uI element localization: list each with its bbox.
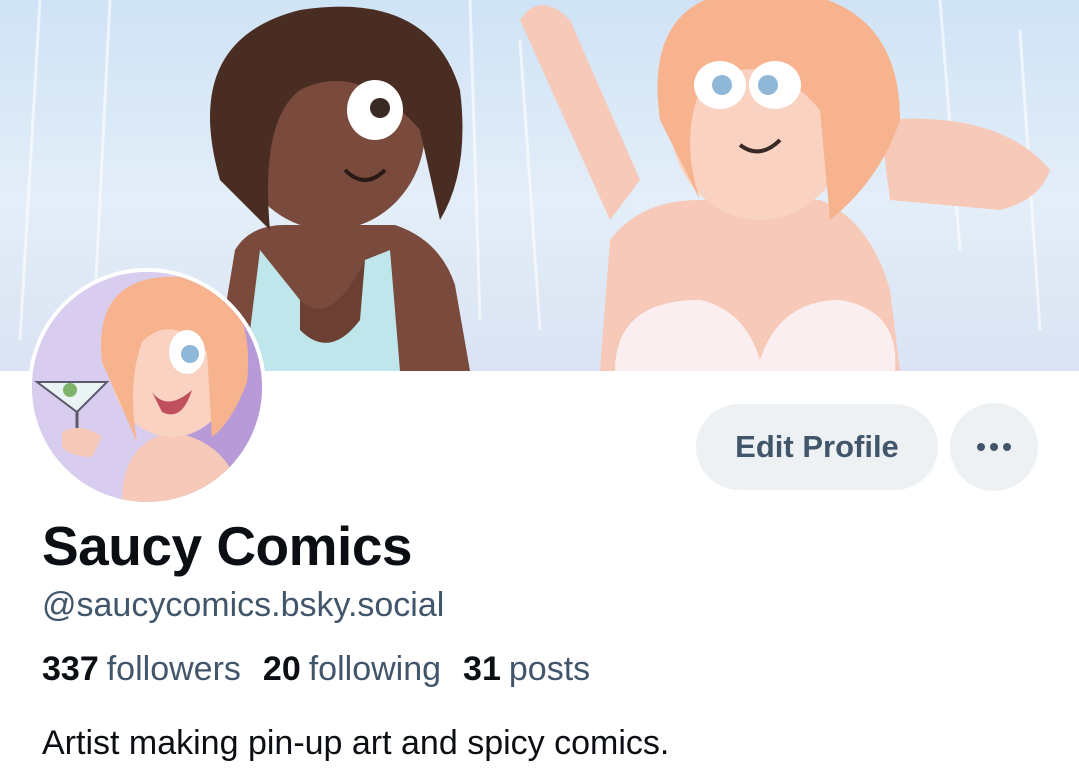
followers-stat[interactable]: 337 followers: [42, 650, 241, 689]
more-options-button[interactable]: [950, 403, 1038, 491]
profile-stats: 337 followers 20 following 31 posts: [42, 650, 590, 689]
following-label: following: [308, 650, 442, 688]
posts-count: 31: [463, 650, 501, 688]
profile-handle: @saucycomics.bsky.social: [42, 586, 445, 624]
followers-count: 337: [42, 650, 99, 688]
ellipsis-icon: [977, 443, 1011, 451]
followers-label: followers: [106, 650, 241, 688]
display-name: Saucy Comics: [42, 515, 413, 577]
avatar-illustration: [32, 272, 262, 502]
posts-label: posts: [508, 650, 591, 688]
profile-bio: Artist making pin-up art and spicy comic…: [42, 724, 670, 762]
edit-profile-button[interactable]: Edit Profile: [696, 404, 938, 490]
profile-avatar[interactable]: [28, 268, 266, 506]
following-stat[interactable]: 20 following: [263, 650, 441, 689]
following-count: 20: [262, 650, 301, 688]
posts-stat: 31 posts: [463, 650, 590, 689]
